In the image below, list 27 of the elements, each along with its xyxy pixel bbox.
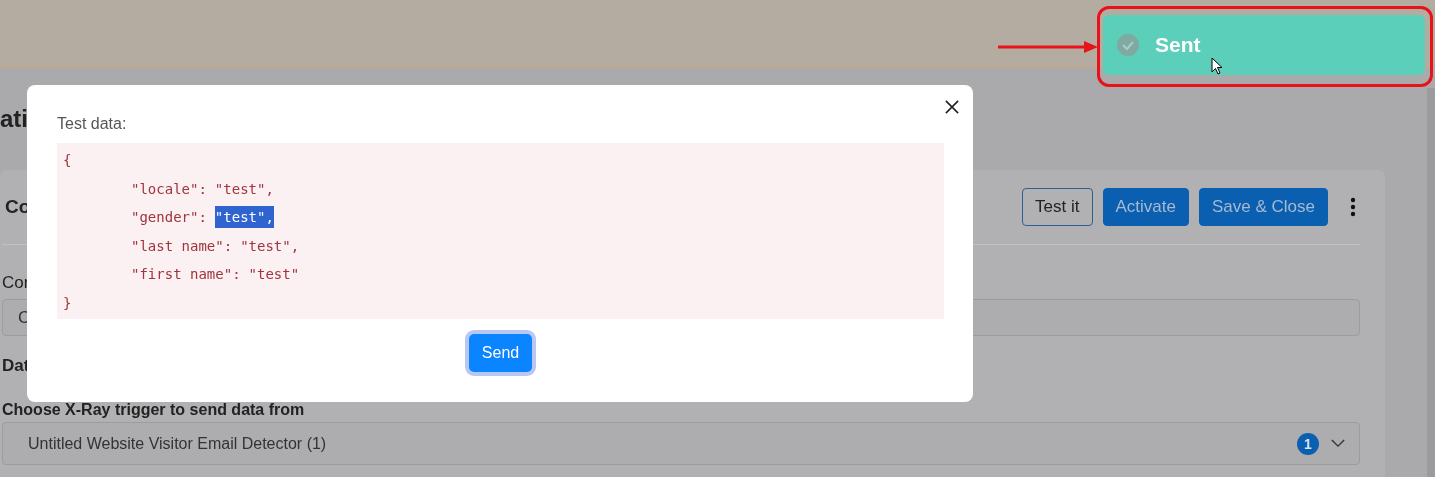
action-button[interactable]: Save & Close: [1199, 188, 1328, 226]
section-title: Dat: [2, 356, 30, 376]
action-button[interactable]: Activate: [1102, 188, 1189, 226]
close-icon[interactable]: [945, 100, 959, 114]
toast-message: Sent: [1155, 33, 1201, 57]
dialog-label: Test data:: [57, 115, 128, 134]
code-key: "locale":: [131, 180, 207, 197]
code-value: "test",: [214, 179, 274, 199]
code-key: "last name":: [131, 237, 233, 254]
code-key: "gender":: [131, 209, 207, 226]
check-icon: [1117, 34, 1139, 56]
code-value: "test": [248, 265, 300, 285]
field-label: Cor: [2, 273, 30, 293]
code-brace: }: [63, 294, 72, 311]
code-value: "test",: [240, 236, 300, 256]
chevron-down-icon: [1331, 439, 1345, 448]
code-key: "first name":: [131, 266, 241, 283]
count-badge: 1: [1297, 432, 1319, 455]
trigger-dropdown[interactable]: Untitled Website Visitor Email Detector (1) 1: [2, 422, 1360, 465]
more-icon[interactable]: [1350, 197, 1356, 217]
field-label: Choose X-Ray trigger to send data from: [2, 401, 305, 419]
action-button[interactable]: Test it: [1022, 188, 1093, 226]
code-brace: {: [63, 152, 72, 169]
scrollbar[interactable]: [1427, 88, 1435, 477]
pointer-icon: [1211, 57, 1223, 75]
page-title: ati: [0, 104, 28, 134]
code-value: "test",: [214, 206, 274, 229]
